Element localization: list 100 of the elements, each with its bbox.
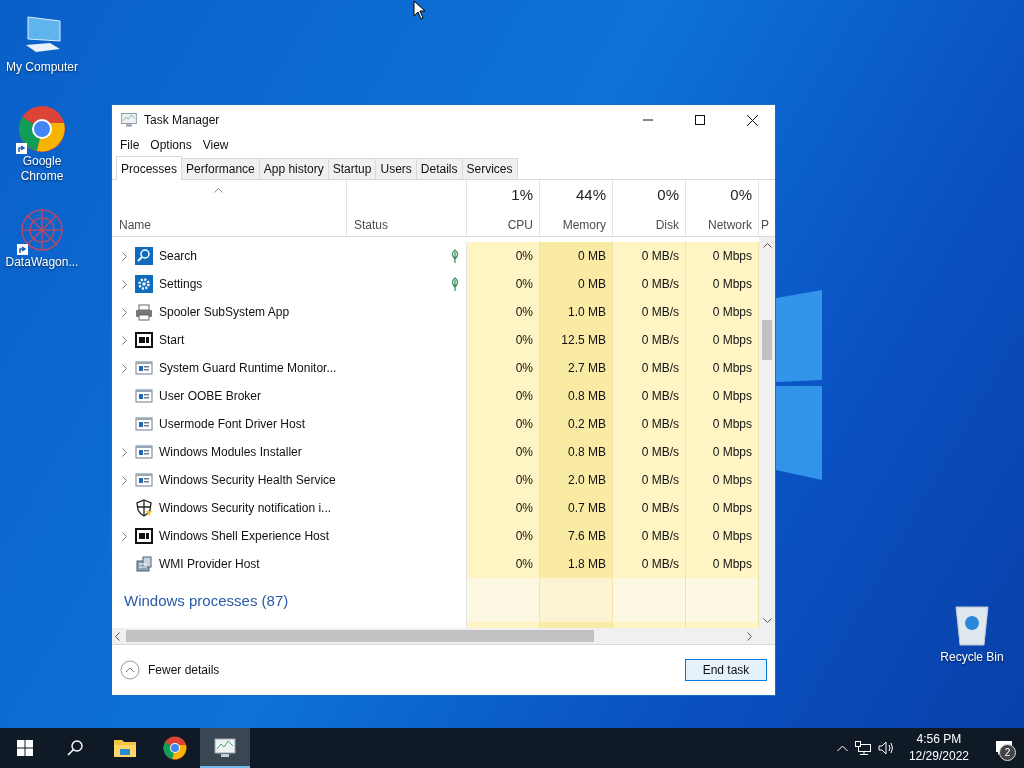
memory-cell: 7.6 MB [540,522,613,550]
tab[interactable]: Users [375,158,417,179]
chrome-icon [163,736,187,760]
tab[interactable]: Startup [327,158,377,179]
horizontal-scrollbar[interactable] [112,628,775,644]
disk-cell: 0 MB/s [613,438,686,466]
column-header[interactable]: Name [119,218,151,232]
desktop-icon-label[interactable]: Recycle Bin [940,650,1004,665]
monitor-graph-icon [120,112,138,128]
column-header[interactable]: CPU [507,218,533,232]
end-task-button[interactable]: End task [685,659,767,681]
app-window-icon [135,471,153,489]
vertical-scrollbar[interactable] [759,237,775,628]
speaker-icon[interactable] [877,741,894,755]
cpu-cell: 0% [467,270,540,298]
taskbar-button[interactable] [200,728,250,768]
expand-chevron-icon[interactable] [121,251,127,261]
memory-cell: 0.2 MB [540,410,613,438]
menu-item[interactable]: View [198,138,233,152]
app-window-icon [135,359,153,377]
cpu-cell: 0% [467,326,540,354]
shortcut-arrow-icon [17,244,28,255]
app-window-icon [135,387,153,405]
menu-item[interactable]: Options [146,138,196,152]
cpu-cell: 0% [467,466,540,494]
network-cell: 0 Mbps [686,298,759,326]
expand-chevron-icon[interactable] [121,475,127,485]
tab[interactable]: Services [461,158,518,179]
memory-cell: 0.7 MB [540,494,613,522]
process-name: Usermode Font Driver Host [159,417,306,431]
disk-cell: 0 MB/s [613,466,686,494]
network-cell: 0 Mbps [686,270,759,298]
menu-item[interactable]: File [116,138,144,152]
group-heading: Windows processes (87) [124,591,289,609]
column-header[interactable]: Memory [562,218,606,232]
column-total: 1% [511,186,533,203]
network-icon[interactable] [854,741,871,755]
tab[interactable]: Performance [181,158,260,179]
desktop-icon-label[interactable]: Google Chrome [0,154,84,184]
expand-chevron-icon[interactable] [121,363,127,373]
disk-cell: 0 MB/s [613,242,686,270]
disk-cell: 0 MB/s [613,354,686,382]
folder-icon [114,739,136,757]
expand-chevron-icon[interactable] [121,531,127,541]
cpu-cell: 0% [467,298,540,326]
expand-chevron-icon[interactable] [121,335,127,345]
process-name: Windows Modules Installer [159,445,302,459]
disk-cell: 0 MB/s [613,522,686,550]
disk-cell: 0 MB/s [613,494,686,522]
tab[interactable]: Processes [116,156,183,180]
fewer-details-button[interactable]: Fewer details [120,660,685,680]
server-icon [135,555,153,573]
maximize-icon [695,115,705,125]
disk-cell: 0 MB/s [613,410,686,438]
column-total: 0% [730,186,752,203]
settings-icon [135,275,153,293]
column-total: 0% [657,186,679,203]
collapse-chevron-icon [120,660,140,680]
expand-chevron-icon[interactable] [121,279,127,289]
process-name: Windows Security notification i... [159,501,332,515]
column-header[interactable]: Disk [655,218,679,232]
desktop-icon-label[interactable]: My Computer [6,60,78,75]
windows-logo-icon [17,740,33,756]
shield-icon [135,499,153,517]
network-cell: 0 Mbps [686,522,759,550]
network-cell: 0 Mbps [686,326,759,354]
scroll-thumb[interactable] [762,320,772,360]
tab[interactable]: App history [258,158,329,179]
clock[interactable]: 4:56 PM 12/29/2022 [900,731,977,765]
process-name: Windows Security Health Service [159,473,336,487]
desktop-icon-label[interactable]: DataWagon... [5,255,79,270]
tab[interactable]: Details [415,158,463,179]
network-cell: 0 Mbps [686,494,759,522]
app-window-icon [135,443,153,461]
expand-chevron-icon[interactable] [121,307,127,317]
process-name: Windows Shell Experience Host [159,529,330,543]
caret-icon[interactable] [836,744,848,752]
expand-chevron-icon[interactable] [121,447,127,457]
shortcut-arrow-icon [16,143,27,154]
notifications-button[interactable]: 2 [984,728,1024,768]
process-name: System Guard Runtime Monitor... [159,361,337,375]
process-name: Search [159,249,198,263]
disk-cell: 0 MB/s [613,326,686,354]
cpu-cell: 0% [467,438,540,466]
window-title: Task Manager [144,113,221,127]
process-name: Settings [159,277,203,291]
memory-cell: 0 MB [540,242,613,270]
app-window-icon [135,415,153,433]
column-header[interactable]: Status [354,218,389,232]
star-pattern-icon [19,207,65,253]
column-header[interactable]: Network [708,218,752,232]
network-cell: 0 Mbps [686,382,759,410]
memory-cell: 2.0 MB [540,466,613,494]
scroll-thumb[interactable] [126,630,594,642]
network-cell: 0 Mbps [686,438,759,466]
memory-cell: 0 MB [540,270,613,298]
cpu-cell: 0% [467,550,540,578]
column-header[interactable]: P [761,218,769,232]
monitor-graph-icon [213,737,237,759]
cpu-cell: 0% [467,382,540,410]
